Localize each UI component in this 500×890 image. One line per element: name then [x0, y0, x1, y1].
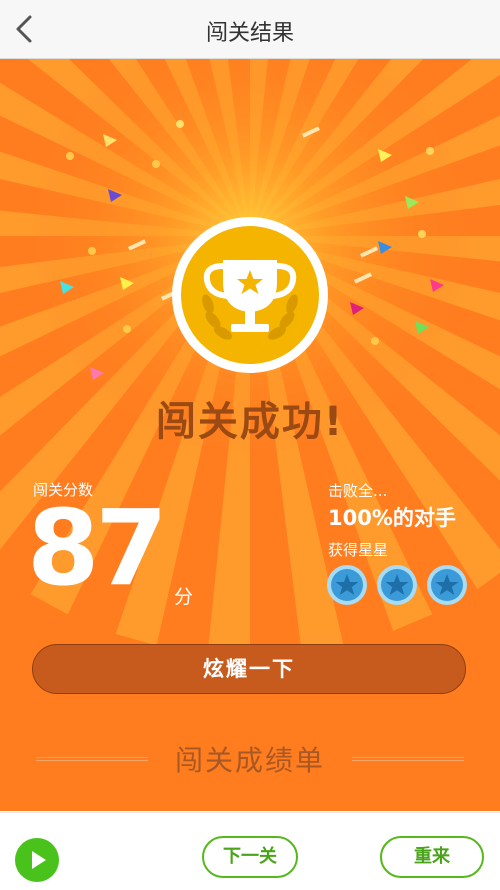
- stars-label: 获得星星: [328, 541, 389, 559]
- score-unit: 分: [174, 586, 194, 608]
- confetti-dot: [176, 120, 184, 128]
- bottom-action-bar: 下一关 重来: [0, 812, 500, 890]
- share-button[interactable]: 炫耀一下: [32, 644, 466, 694]
- play-icon: [32, 851, 46, 869]
- report-header: 闯关成绩单: [0, 739, 500, 779]
- retry-button[interactable]: 重来: [380, 836, 484, 878]
- confetti-dot: [123, 325, 131, 333]
- confetti-dot: [418, 230, 426, 238]
- defeat-value: 100%的对手: [328, 506, 456, 530]
- confetti-dot: [88, 247, 96, 255]
- confetti-dot: [152, 160, 160, 168]
- score-value: 87: [27, 487, 168, 609]
- trophy-medal: [171, 216, 329, 374]
- trophy-icon: [172, 217, 328, 373]
- play-button[interactable]: [15, 838, 59, 882]
- page-title: 闯关结果: [205, 21, 294, 46]
- confetti-dot: [371, 337, 379, 345]
- divider: [352, 757, 464, 761]
- star-icon: [427, 565, 467, 605]
- star-icon: [327, 565, 367, 605]
- defeat-label: 击败全...: [328, 482, 388, 500]
- next-level-button[interactable]: 下一关: [202, 836, 298, 878]
- navigation-bar: 闯关结果: [0, 0, 500, 59]
- success-headline: 闯关成功!: [155, 399, 345, 445]
- confetti-dot: [426, 147, 434, 155]
- confetti-dot: [66, 152, 74, 160]
- star-rating: [326, 564, 468, 606]
- star-icon: [377, 565, 417, 605]
- result-panel: 闯关成功! 闯关分数 87 分 击败全... 100%的对手 获得星星 炫耀一下…: [0, 59, 500, 811]
